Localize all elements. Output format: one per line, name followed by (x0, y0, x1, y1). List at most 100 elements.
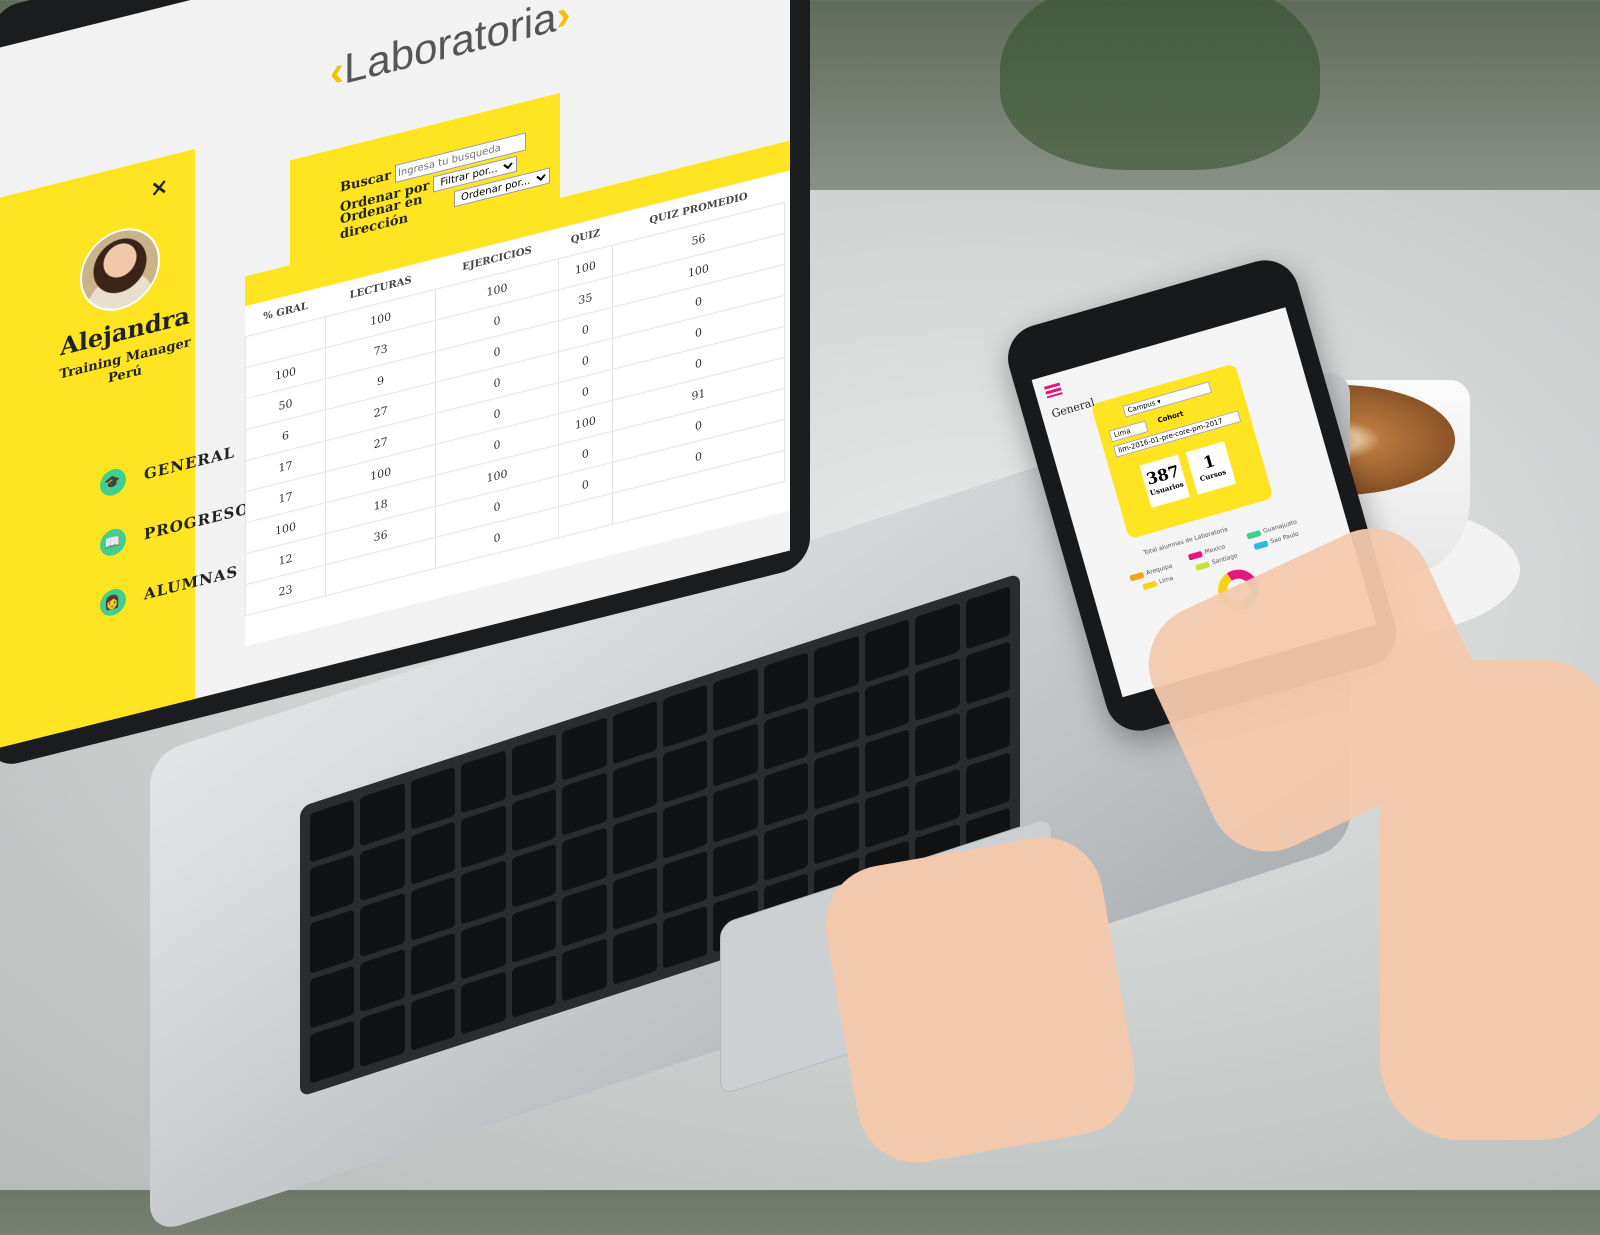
keyboard-key[interactable] (713, 833, 758, 898)
keyboard-key[interactable] (612, 700, 657, 765)
background-plant (1000, 0, 1320, 170)
logo-bracket-left: ‹ (330, 45, 344, 97)
keyboard-key[interactable] (814, 801, 859, 865)
keyboard-key[interactable] (662, 794, 708, 859)
keyboard-key[interactable] (461, 970, 506, 1035)
keyboard-key[interactable] (461, 860, 506, 925)
hamburger-menu-icon[interactable] (1044, 382, 1063, 399)
keyboard-key[interactable] (662, 905, 708, 970)
student-icon: 👩 (100, 586, 126, 619)
keyboard-key[interactable] (915, 657, 960, 722)
keyboard-key[interactable] (763, 762, 809, 826)
sidebar-item-progreso[interactable]: 📖 PROGRESO (100, 495, 250, 559)
keyboard-key[interactable] (864, 674, 910, 738)
keyboard-key[interactable] (511, 733, 557, 798)
keyboard-key[interactable] (310, 909, 355, 974)
courses-stat: 1 Cursos (1185, 441, 1237, 495)
keyboard-key[interactable] (410, 987, 456, 1051)
legend-label: Lima (1158, 574, 1175, 586)
hand-left (816, 827, 1144, 1173)
laboratoria-logo: ‹Laboratoria› (330, 0, 570, 97)
keyboard-key[interactable] (965, 641, 1010, 706)
graduation-cap-icon: 🎓 (100, 466, 126, 499)
keyboard-key[interactable] (864, 619, 910, 683)
keyboard-key[interactable] (612, 811, 657, 876)
keyboard-key[interactable] (763, 817, 809, 882)
legend-swatch (1187, 550, 1203, 561)
legend-label: Sao Paulo (1269, 530, 1300, 546)
keyboard-key[interactable] (915, 768, 960, 832)
keyboard-key[interactable] (310, 964, 355, 1029)
logo-text: Laboratoria (344, 0, 557, 93)
keyboard-key[interactable] (360, 782, 405, 847)
keyboard-key[interactable] (814, 690, 859, 755)
logo-bracket-right: › (556, 0, 571, 40)
keyboard-key[interactable] (511, 954, 557, 1019)
keyboard-key[interactable] (310, 1020, 355, 1084)
keyboard-key[interactable] (612, 921, 657, 986)
keyboard-key[interactable] (360, 948, 405, 1013)
keyboard-key[interactable] (562, 882, 607, 947)
keyboard-key[interactable] (410, 766, 456, 831)
legend-label: Santiago (1211, 552, 1239, 567)
legend-item: Lima (1142, 575, 1174, 590)
legend-swatch (1246, 529, 1262, 540)
keyboard-key[interactable] (562, 772, 607, 837)
campus-select[interactable]: Campus ▾ (1122, 381, 1213, 418)
keyboard-key[interactable] (562, 938, 607, 1002)
keyboard-key[interactable] (360, 893, 405, 957)
keyboard-key[interactable] (713, 668, 758, 732)
keyboard-key[interactable] (864, 784, 910, 849)
keyboard-key[interactable] (915, 602, 960, 667)
legend-label: Mexico (1203, 543, 1226, 556)
keyboard-key[interactable] (511, 844, 557, 908)
keyboard-key[interactable] (461, 915, 506, 980)
keyboard-key[interactable] (310, 854, 355, 919)
sidebar-item-general[interactable]: 🎓 GENERAL (100, 439, 235, 499)
cohort-label: Cohort (1156, 409, 1185, 425)
keyboard-key[interactable] (662, 850, 708, 914)
keyboard-key[interactable] (662, 684, 708, 749)
avatar (80, 219, 160, 320)
keyboard-key[interactable] (410, 821, 456, 886)
sidebar: × Alejandra Training Manager Perú 🎓 GENE… (0, 148, 249, 748)
keyboard-key[interactable] (763, 651, 809, 716)
sidebar-item-label: ALUMNAS (144, 562, 239, 604)
legend-swatch (1142, 580, 1158, 590)
keyboard-key[interactable] (814, 635, 859, 700)
keyboard-key[interactable] (612, 866, 657, 931)
keyboard-key[interactable] (864, 729, 910, 794)
keyboard-key[interactable] (562, 717, 607, 781)
keyboard-key[interactable] (360, 838, 405, 902)
sidebar-item-label: PROGRESO (144, 499, 250, 544)
keyboard-key[interactable] (562, 827, 607, 892)
keyboard-key[interactable] (310, 799, 355, 863)
keyboard-key[interactable] (763, 707, 809, 771)
legend-swatch (1253, 539, 1269, 550)
book-icon: 📖 (100, 526, 126, 559)
close-icon[interactable]: × (150, 174, 168, 204)
keyboard-key[interactable] (410, 876, 456, 941)
keyboard-key[interactable] (915, 713, 960, 777)
keyboard-key[interactable] (511, 899, 557, 963)
keyboard-key[interactable] (461, 805, 506, 869)
keyboard-key[interactable] (360, 1003, 405, 1068)
keyboard-key[interactable] (461, 750, 506, 814)
city-select-value: Lima (1113, 426, 1132, 440)
phone-stats-card: Campus ▾ Lima Cohort lim-2016-01-pre-cor… (1090, 363, 1274, 540)
legend-swatch (1194, 560, 1210, 571)
keyboard-key[interactable] (965, 586, 1010, 650)
keyboard-key[interactable] (662, 739, 708, 804)
keyboard-key[interactable] (511, 788, 557, 853)
keyboard-key[interactable] (713, 723, 758, 788)
users-stat: 387 Usuarios (1139, 454, 1190, 508)
keyboard-key[interactable] (713, 778, 758, 843)
sidebar-item-alumnas[interactable]: 👩 ALUMNAS (100, 558, 239, 619)
campus-select-value: Campus (1126, 398, 1157, 415)
keyboard-key[interactable] (965, 751, 1010, 816)
keyboard-key[interactable] (612, 756, 657, 820)
keyboard-key[interactable] (814, 745, 859, 810)
keyboard-key[interactable] (410, 932, 456, 996)
sidebar-item-label: GENERAL (144, 442, 236, 484)
keyboard-key[interactable] (965, 696, 1010, 761)
